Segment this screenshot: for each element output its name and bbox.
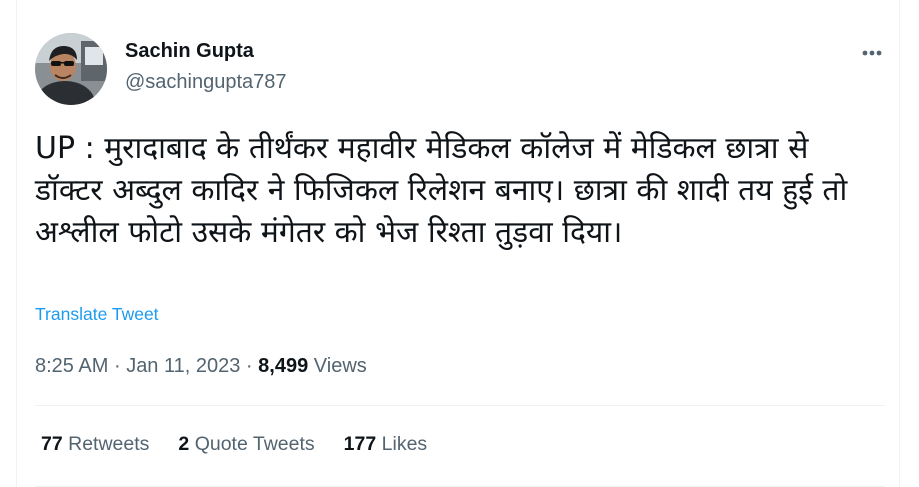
retweets-stat[interactable]: 77 Retweets xyxy=(41,433,149,456)
quote-tweets-stat[interactable]: 2 Quote Tweets xyxy=(178,433,314,456)
meta-separator: · xyxy=(113,355,121,377)
views-link[interactable]: 8,499 Views xyxy=(258,355,367,377)
retweets-count: 77 xyxy=(41,433,63,455)
tweet-timestamp-link[interactable]: 8:25 AM · Jan 11, 2023 xyxy=(35,355,240,377)
author-handle[interactable]: @sachingupta787 xyxy=(125,71,287,94)
quote-tweets-label: Quote Tweets xyxy=(194,433,315,455)
tweet-meta: 8:25 AM · Jan 11, 2023 · 8,499 Views xyxy=(35,355,367,378)
views-count: 8,499 xyxy=(258,355,309,377)
more-horizontal-icon xyxy=(862,50,882,56)
tweet-card: Sachin Gupta @sachingupta787 UP : मुरादा… xyxy=(16,0,900,487)
author-avatar[interactable] xyxy=(35,33,107,105)
tweet-time: 8:25 AM xyxy=(35,355,109,377)
avatar-photo-icon xyxy=(35,33,107,105)
more-options-button[interactable] xyxy=(855,38,889,68)
likes-count: 177 xyxy=(343,433,377,455)
author-display-name[interactable]: Sachin Gupta xyxy=(125,40,254,63)
divider xyxy=(35,405,885,406)
retweets-label: Retweets xyxy=(68,433,150,455)
meta-separator: · xyxy=(245,355,253,377)
likes-stat[interactable]: 177 Likes xyxy=(344,433,428,456)
translate-tweet-link[interactable]: Translate Tweet xyxy=(35,304,159,325)
views-label: Views xyxy=(313,355,367,377)
tweet-date: Jan 11, 2023 xyxy=(126,355,241,377)
tweet-stats: 77 Retweets 2 Quote Tweets 177 Likes xyxy=(41,433,427,456)
likes-label: Likes xyxy=(381,433,428,455)
quote-tweets-count: 2 xyxy=(178,433,190,455)
tweet-text: UP : मुरादाबाद के तीर्थंकर महावीर मेडिकल… xyxy=(35,131,857,250)
